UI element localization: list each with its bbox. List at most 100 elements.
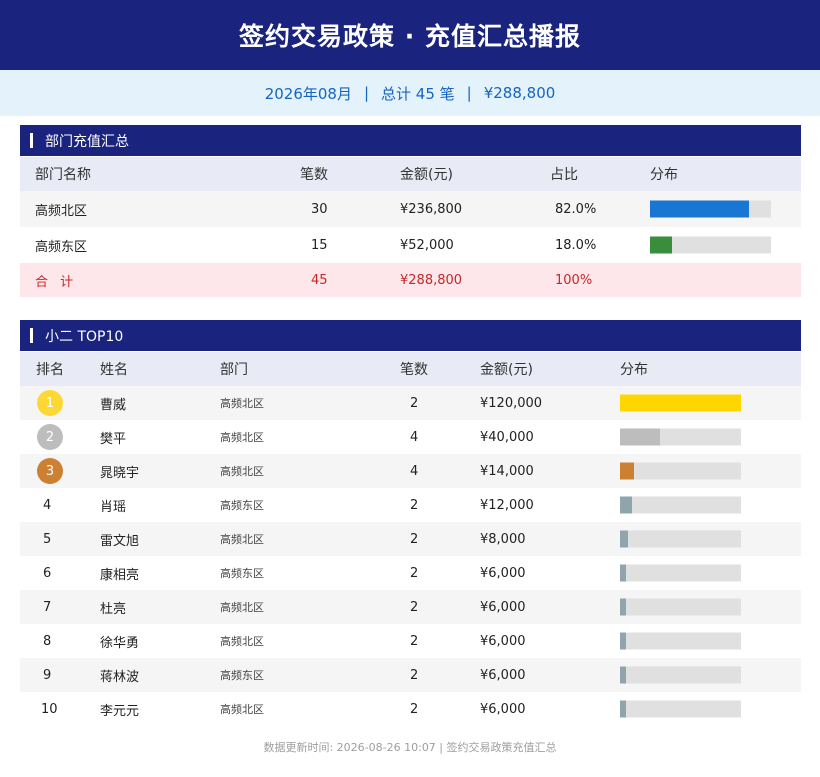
person-amount: ¥12,000: [480, 497, 534, 513]
person-amount: ¥6,000: [480, 599, 526, 615]
dept-share-fill: [650, 236, 672, 254]
rank-medal-icon: 2: [37, 424, 63, 450]
page-header: 签约交易政策 · 充值汇总播报: [0, 0, 820, 70]
person-dept: 高频北区: [220, 703, 264, 716]
amount-share-bar: [620, 394, 741, 412]
amount-share-bar: [620, 598, 741, 616]
person-amount: ¥120,000: [480, 395, 543, 411]
person-dept: 高频北区: [220, 533, 264, 546]
col-amount: 金额(元): [480, 362, 533, 378]
ranking-row: 10 李元元 高频北区 2 ¥6,000: [20, 692, 801, 726]
person-name: 康相亮: [100, 567, 140, 583]
person-dept: 高频北区: [220, 635, 264, 648]
dept-amount: ¥236,800: [400, 201, 463, 217]
person-name: 杜亮: [100, 601, 127, 617]
person-count: 2: [410, 701, 419, 717]
amount-share-fill: [620, 598, 627, 616]
summary-total-count: 总计 45 笔: [381, 84, 455, 103]
section-marker: [30, 328, 33, 343]
rank-number: 4: [43, 497, 52, 513]
col-dept: 部门: [220, 362, 248, 378]
total-count: 45: [311, 272, 328, 288]
rank-number: 7: [43, 599, 52, 615]
col-count: 笔数: [400, 362, 428, 378]
ranking-row: 6 康相亮 高频东区 2 ¥6,000: [20, 556, 801, 590]
col-count: 笔数: [300, 167, 328, 183]
person-name: 雷文旭: [100, 533, 140, 549]
person-dept: 高频北区: [220, 397, 264, 410]
col-dist: 分布: [620, 362, 648, 378]
person-dept: 高频北区: [220, 601, 264, 614]
amount-share-bar: [620, 428, 741, 446]
dept-table-header: 部门名称 笔数 金额(元) 占比 分布: [20, 157, 801, 191]
dept-amount: ¥52,000: [400, 237, 454, 253]
col-name: 姓名: [100, 362, 128, 378]
amount-share-fill: [620, 700, 627, 718]
rank-number: 8: [43, 633, 52, 649]
rank-medal-icon: 1: [37, 390, 63, 416]
summary-month: 2026年08月: [264, 84, 352, 103]
dept-name: 高频北区: [35, 203, 88, 219]
person-name: 徐华勇: [100, 635, 140, 651]
ranking-row: 7 杜亮 高频北区 2 ¥6,000: [20, 590, 801, 624]
person-dept: 高频东区: [220, 669, 264, 682]
summary-separator: |: [466, 84, 472, 102]
amount-share-bar: [620, 564, 741, 582]
section-marker: [30, 133, 33, 148]
rank-number: 10: [41, 701, 58, 717]
amount-share-fill: [620, 564, 627, 582]
person-count: 2: [410, 531, 419, 547]
person-name: 晁晓宇: [100, 465, 140, 481]
total-ratio: 100%: [555, 272, 593, 288]
amount-share-fill: [620, 496, 633, 514]
top-section-header: 小二 TOP10: [20, 320, 801, 351]
page-title: 签约交易政策 · 充值汇总播报: [239, 22, 581, 51]
summary-total-amount: ¥288,800: [483, 84, 556, 102]
person-amount: ¥6,000: [480, 667, 526, 683]
top-section-title: 小二 TOP10: [45, 328, 124, 345]
dept-count: 15: [311, 237, 328, 253]
amount-share-fill: [620, 666, 627, 684]
person-amount: ¥8,000: [480, 531, 526, 547]
amount-share-bar: [620, 530, 741, 548]
amount-share-bar: [620, 666, 741, 684]
person-name: 曹威: [100, 397, 127, 413]
ranking-row: 2 樊平 高频北区 4 ¥40,000: [20, 420, 801, 454]
amount-share-bar: [620, 700, 741, 718]
person-count: 2: [410, 633, 419, 649]
top-table: 排名 姓名 部门 笔数 金额(元) 分布 1 曹威 高频北区 2 ¥120,000 2 樊平…: [20, 352, 801, 726]
amount-share-fill: [620, 394, 741, 412]
person-count: 2: [410, 395, 419, 411]
dept-row: 高频北区 30 ¥236,800 82.0%: [20, 191, 801, 227]
col-dist: 分布: [650, 167, 678, 183]
person-amount: ¥6,000: [480, 633, 526, 649]
footer-note: 数据更新时间: 2026-08-26 10:07 | 签约交易政策充值汇总: [263, 741, 557, 754]
rank-number: 9: [43, 667, 52, 683]
person-name: 樊平: [100, 431, 127, 447]
person-amount: ¥6,000: [480, 565, 526, 581]
person-count: 2: [410, 599, 419, 615]
amount-share-bar: [620, 632, 741, 650]
person-dept: 高频北区: [220, 465, 264, 478]
rank-number: 6: [43, 565, 52, 581]
person-amount: ¥6,000: [480, 701, 526, 717]
person-amount: ¥40,000: [480, 429, 534, 445]
ranking-row: 8 徐华勇 高频北区 2 ¥6,000: [20, 624, 801, 658]
ranking-row: 1 曹威 高频北区 2 ¥120,000: [20, 386, 801, 420]
person-dept: 高频东区: [220, 567, 264, 580]
ranking-row: 3 晁晓宇 高频北区 4 ¥14,000: [20, 454, 801, 488]
dept-section-header: 部门充值汇总: [20, 125, 801, 156]
ranking-row: 9 蒋林波 高频东区 2 ¥6,000: [20, 658, 801, 692]
rank-number: 5: [43, 531, 52, 547]
amount-share-fill: [620, 462, 635, 480]
dept-share-bar: [650, 200, 771, 218]
dept-ratio: 18.0%: [555, 237, 597, 253]
person-dept: 高频东区: [220, 499, 264, 512]
dept-share-fill: [650, 200, 750, 218]
amount-share-bar: [620, 462, 741, 480]
person-amount: ¥14,000: [480, 463, 534, 479]
person-count: 4: [410, 429, 419, 445]
ranking-row: 4 肖瑶 高频东区 2 ¥12,000: [20, 488, 801, 522]
amount-share-bar: [620, 496, 741, 514]
dept-count: 30: [311, 201, 328, 217]
